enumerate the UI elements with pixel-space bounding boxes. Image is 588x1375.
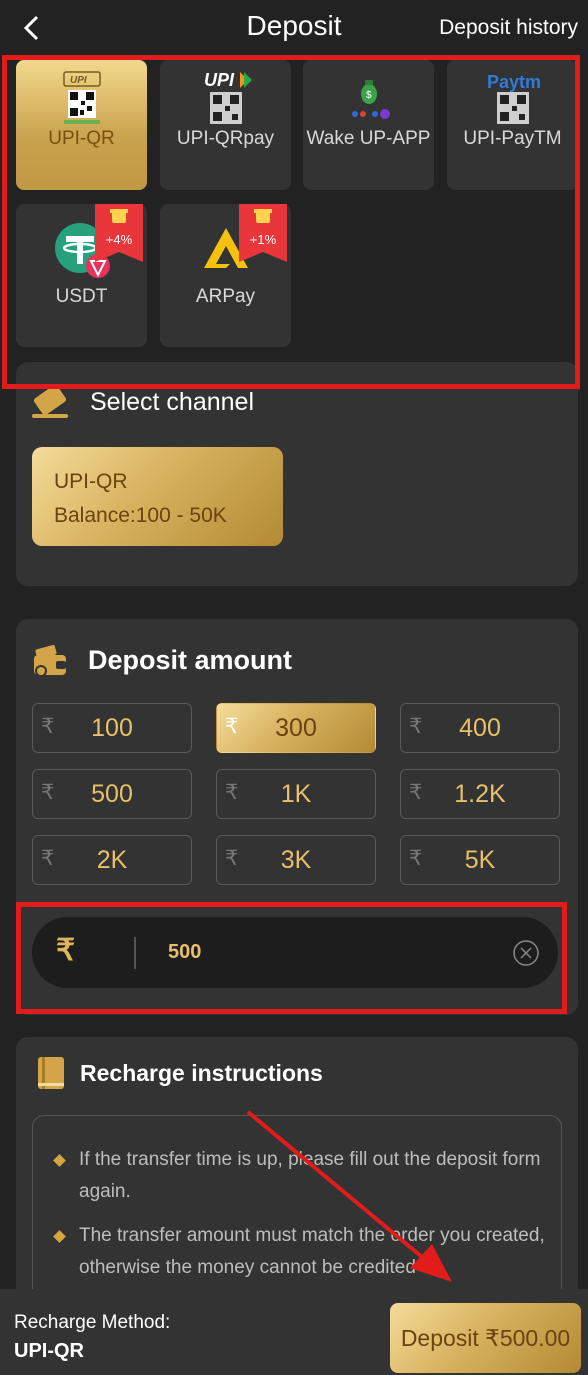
deposit-amount-header: Deposit amount xyxy=(32,641,292,679)
rupee-icon: ₹ xyxy=(225,715,239,738)
amount-option-100[interactable]: ₹ 100 xyxy=(32,703,192,753)
rupee-icon: ₹ xyxy=(41,847,55,870)
rupee-icon: ₹ xyxy=(41,715,55,738)
amount-option-1-2k[interactable]: ₹ 1.2K xyxy=(400,769,560,819)
wallet-icon xyxy=(34,645,66,677)
amount-value: 3K xyxy=(280,845,312,874)
recharge-instructions-title: Recharge instructions xyxy=(80,1059,323,1086)
amount-option-5k[interactable]: ₹ 5K xyxy=(400,835,560,885)
amount-value: 500 xyxy=(91,779,133,808)
footer-bar: Recharge Method: UPI-QR Deposit ₹500.00 xyxy=(0,1289,588,1375)
card-icon xyxy=(32,384,68,418)
book-icon xyxy=(38,1057,64,1089)
deposit-amount-title: Deposit amount xyxy=(88,644,293,675)
rupee-icon: ₹ xyxy=(225,781,239,804)
amount-option-500[interactable]: ₹ 500 xyxy=(32,769,192,819)
amount-option-3k[interactable]: ₹ 3K xyxy=(216,835,376,885)
rupee-icon: ₹ xyxy=(409,715,423,738)
deposit-button[interactable]: Deposit ₹500.00 xyxy=(390,1303,581,1373)
amount-option-300[interactable]: ₹ 300 xyxy=(216,703,376,753)
rupee-icon: ₹ xyxy=(409,781,423,804)
amount-value: 1K xyxy=(280,779,312,808)
amount-value: 100 xyxy=(91,713,133,742)
amount-option-1k[interactable]: ₹ 1K xyxy=(216,769,376,819)
amount-option-400[interactable]: ₹ 400 xyxy=(400,703,560,753)
instruction-text: If the transfer time is up, please fill … xyxy=(79,1149,541,1202)
channel-balance: Balance:100 - 50K xyxy=(54,504,227,527)
diamond-bullet-icon xyxy=(53,1230,66,1243)
recharge-method-value: UPI-QR xyxy=(14,1340,84,1362)
select-channel-title: Select channel xyxy=(90,387,255,416)
rupee-icon: ₹ xyxy=(225,847,239,870)
channel-option-upi-qr[interactable]: UPI-QR Balance:100 - 50K xyxy=(32,447,283,546)
amount-value: 400 xyxy=(459,713,501,742)
recharge-method-label: Recharge Method: xyxy=(14,1312,171,1333)
amount-value: 300 xyxy=(275,713,317,742)
instruction-text: The transfer amount must match the order… xyxy=(79,1225,545,1278)
highlight-frame-input xyxy=(16,902,567,1014)
amount-value: 1.2K xyxy=(454,779,506,808)
instructions-list: If the transfer time is up, please fill … xyxy=(32,1115,562,1315)
channel-name: UPI-QR xyxy=(54,470,128,493)
rupee-icon: ₹ xyxy=(41,781,55,804)
amount-value: 5K xyxy=(464,845,496,874)
header: Deposit Deposit history xyxy=(0,0,588,56)
deposit-history-link[interactable]: Deposit history xyxy=(439,16,578,40)
rupee-icon: ₹ xyxy=(409,847,423,870)
instruction-item: If the transfer time is up, please fill … xyxy=(51,1144,551,1208)
highlight-frame-methods xyxy=(2,55,580,389)
amount-option-2k[interactable]: ₹ 2K xyxy=(32,835,192,885)
instruction-item: The transfer amount must match the order… xyxy=(51,1220,551,1284)
diamond-bullet-icon xyxy=(53,1154,66,1167)
select-channel-header: Select channel xyxy=(32,384,254,420)
recharge-instructions-header: Recharge instructions xyxy=(36,1055,323,1091)
amount-value: 2K xyxy=(96,845,128,874)
